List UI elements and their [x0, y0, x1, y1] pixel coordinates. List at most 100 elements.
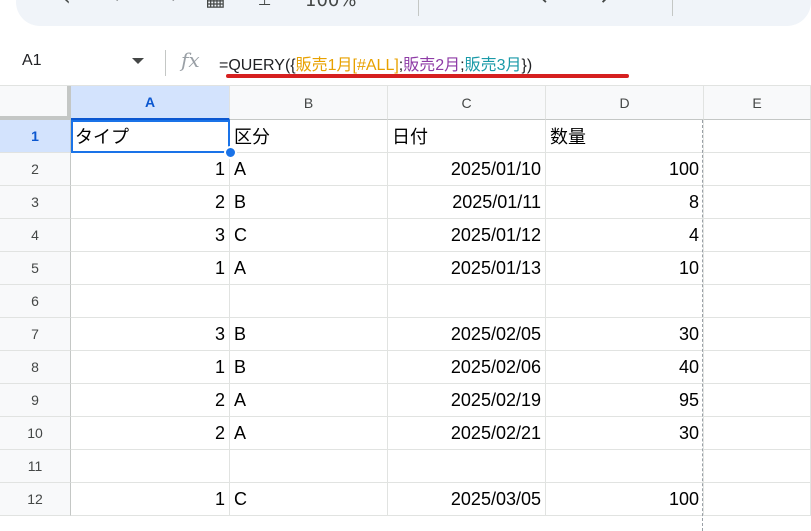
cell-a6[interactable]: [71, 285, 230, 318]
cell-b1[interactable]: 区分: [230, 120, 388, 153]
cell-a1[interactable]: タイプ: [71, 120, 230, 153]
cell-b11[interactable]: [230, 450, 388, 483]
redo-icon[interactable]: ↷: [160, 0, 178, 10]
cell-e4[interactable]: [704, 219, 811, 252]
cell-d6[interactable]: [546, 285, 704, 318]
row-header-9[interactable]: 9: [0, 384, 71, 417]
cell-b4[interactable]: C: [230, 219, 388, 252]
cell-e10[interactable]: [704, 417, 811, 450]
cell-c11[interactable]: [388, 450, 546, 483]
cell-a10[interactable]: 2: [71, 417, 230, 450]
column-header-e[interactable]: E: [704, 86, 811, 120]
cell-e1[interactable]: [704, 120, 811, 153]
row-header-2[interactable]: 2: [0, 153, 71, 186]
toolbar-background: [16, 0, 811, 26]
row-header-11[interactable]: 11: [0, 450, 71, 483]
cell-d1[interactable]: 数量: [546, 120, 704, 153]
cell-d2[interactable]: 100: [546, 153, 704, 186]
print-icon[interactable]: ▦: [205, 0, 226, 10]
row-header-7[interactable]: 7: [0, 318, 71, 351]
cell-c6[interactable]: [388, 285, 546, 318]
cell-e7[interactable]: [704, 318, 811, 351]
cell-a4[interactable]: 3: [71, 219, 230, 252]
column-header-d[interactable]: D: [546, 86, 704, 120]
chevron-down-icon[interactable]: [132, 58, 144, 64]
formula-input[interactable]: =QUERY({販売1月[#ALL];販売2月;販売3月}): [219, 51, 532, 75]
cell-b12[interactable]: C: [230, 483, 388, 516]
cell-a7[interactable]: 3: [71, 318, 230, 351]
formula-bar-divider: [165, 50, 166, 76]
cell-b10[interactable]: A: [230, 417, 388, 450]
cell-b2[interactable]: A: [230, 153, 388, 186]
cell-d12[interactable]: 100: [546, 483, 704, 516]
cell-b5[interactable]: A: [230, 252, 388, 285]
row-header-4[interactable]: 4: [0, 219, 71, 252]
cell-c3[interactable]: 2025/01/11: [388, 186, 546, 219]
cell-c10[interactable]: 2025/02/21: [388, 417, 546, 450]
row-header-12[interactable]: 12: [0, 483, 71, 516]
cell-c7[interactable]: 2025/02/05: [388, 318, 546, 351]
paint-format-icon[interactable]: ⌶: [258, 0, 271, 10]
cell-c4[interactable]: 2025/01/12: [388, 219, 546, 252]
row-header-8[interactable]: 8: [0, 351, 71, 384]
cell-d10[interactable]: 30: [546, 417, 704, 450]
column-header-c[interactable]: C: [388, 86, 546, 120]
cell-b6[interactable]: [230, 285, 388, 318]
formula-token: =QUERY({: [219, 57, 296, 74]
cell-e8[interactable]: [704, 351, 811, 384]
name-box[interactable]: A1: [22, 52, 42, 70]
select-all-corner[interactable]: [0, 86, 71, 120]
cell-d4[interactable]: 4: [546, 219, 704, 252]
cell-b9[interactable]: A: [230, 384, 388, 417]
formula-token: }): [521, 57, 533, 74]
column-header-b[interactable]: B: [230, 86, 388, 120]
column-header-a[interactable]: A: [71, 86, 230, 120]
cell-e11[interactable]: [704, 450, 811, 483]
cell-a5[interactable]: 1: [71, 252, 230, 285]
row-header-5[interactable]: 5: [0, 252, 71, 285]
cell-d5[interactable]: 10: [546, 252, 704, 285]
cell-d3[interactable]: 8: [546, 186, 704, 219]
cell-d8[interactable]: 40: [546, 351, 704, 384]
cell-c1[interactable]: 日付: [388, 120, 546, 153]
cell-e6[interactable]: [704, 285, 811, 318]
cell-e9[interactable]: [704, 384, 811, 417]
cell-e2[interactable]: [704, 153, 811, 186]
decrease-decimal-icon[interactable]: ←: [540, 0, 558, 10]
undo-icon[interactable]: ↶: [112, 0, 130, 10]
formula-token: 販売3月: [464, 57, 522, 74]
cell-e12[interactable]: [704, 483, 811, 516]
cell-d9[interactable]: 95: [546, 384, 704, 417]
search-icon[interactable]: ‹: [62, 0, 71, 10]
cell-b7[interactable]: B: [230, 318, 388, 351]
row-header-1[interactable]: 1: [0, 120, 71, 153]
row-header-10[interactable]: 10: [0, 417, 71, 450]
increase-decimal-icon[interactable]: →: [590, 0, 608, 10]
row-header-3[interactable]: 3: [0, 186, 71, 219]
toolbar-divider: [418, 0, 419, 16]
cell-e5[interactable]: [704, 252, 811, 285]
cell-a12[interactable]: 1: [71, 483, 230, 516]
cell-a8[interactable]: 1: [71, 351, 230, 384]
cell-b3[interactable]: B: [230, 186, 388, 219]
cell-c9[interactable]: 2025/02/19: [388, 384, 546, 417]
formula-bar: A1 fx =QUERY({販売1月[#ALL];販売2月;販売3月}): [0, 32, 811, 86]
formula-token: 販売2月: [403, 57, 461, 74]
cell-a9[interactable]: 2: [71, 384, 230, 417]
cell-a2[interactable]: 1: [71, 153, 230, 186]
fx-icon: fx: [181, 48, 200, 72]
cell-e3[interactable]: [704, 186, 811, 219]
cell-c12[interactable]: 2025/03/05: [388, 483, 546, 516]
zoom-select[interactable]: 100%: [305, 0, 356, 10]
toolbar-divider: [672, 0, 673, 16]
fill-handle[interactable]: [224, 146, 237, 159]
cell-c2[interactable]: 2025/01/10: [388, 153, 546, 186]
cell-d11[interactable]: [546, 450, 704, 483]
cell-b8[interactable]: B: [230, 351, 388, 384]
cell-c8[interactable]: 2025/02/06: [388, 351, 546, 384]
cell-c5[interactable]: 2025/01/13: [388, 252, 546, 285]
cell-d7[interactable]: 30: [546, 318, 704, 351]
cell-a3[interactable]: 2: [71, 186, 230, 219]
cell-a11[interactable]: [71, 450, 230, 483]
row-header-6[interactable]: 6: [0, 285, 71, 318]
